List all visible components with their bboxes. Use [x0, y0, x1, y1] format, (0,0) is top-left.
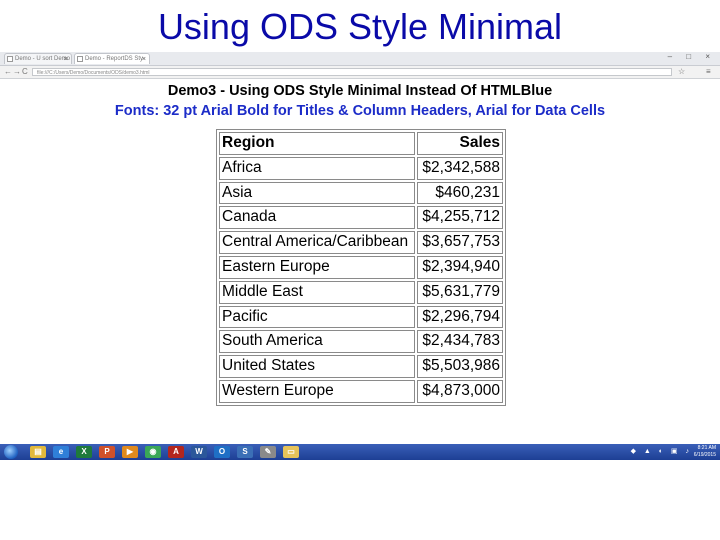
report-title: Demo3 - Using ODS Style Minimal Instead … [167, 83, 553, 99]
sales-table: Region Sales Africa $2,342,588 Asia $460,2… [216, 129, 506, 406]
browser-window: Demo - U sort Demo × Demo - ReportDS Sty… [0, 52, 720, 444]
region-cell: Canada [219, 206, 415, 230]
region-cell: Central America/Caribbean [219, 231, 415, 254]
table-row: South America $2,434,783 [219, 330, 503, 354]
star-icon[interactable]: ☆ [678, 66, 685, 78]
table-row: Canada $4,255,712 [219, 206, 503, 230]
folder-icon[interactable]: ▭ [283, 446, 299, 458]
region-cell: United States [219, 355, 415, 378]
back-icon[interactable]: ← [4, 66, 12, 78]
close-icon[interactable]: × [142, 54, 146, 64]
clock-time: 8:21 AM [697, 445, 716, 451]
powerpoint-icon[interactable]: P [99, 446, 115, 458]
system-tray[interactable]: ◆ ▲ ◐ ▣ ♪ [631, 447, 692, 455]
forward-icon[interactable]: → [13, 66, 21, 78]
address-bar: ← → C file:///C:/Users/Demo/Documents/OD… [0, 66, 720, 79]
outlook-icon[interactable]: O [214, 446, 230, 458]
tab-label: Demo - U sort Demo [15, 56, 71, 62]
table-row: United States $5,503,986 [219, 355, 503, 378]
sales-cell: $3,657,753 [417, 231, 503, 254]
sales-cell: $5,631,779 [417, 280, 503, 304]
region-cell: Pacific [219, 305, 415, 329]
sales-cell: $5,503,986 [417, 355, 503, 378]
sales-cell: $4,255,712 [417, 206, 503, 230]
tab-demo-sort[interactable]: Demo - U sort Demo × [4, 53, 72, 64]
close-icon[interactable]: × [64, 54, 68, 64]
clock-date: 6/19/2015 [693, 452, 716, 458]
table-row: Africa $2,342,588 [219, 156, 503, 180]
sas-icon[interactable]: S [237, 446, 253, 458]
acrobat-icon[interactable]: A [168, 446, 184, 458]
region-cell: Africa [219, 156, 415, 180]
tab-bar: Demo - U sort Demo × Demo - ReportDS Sty… [0, 52, 720, 66]
page-icon [7, 56, 13, 62]
menu-icon[interactable]: ≡ [706, 66, 711, 78]
chrome-icon[interactable]: ◉ [145, 446, 161, 458]
excel-icon[interactable]: X [76, 446, 92, 458]
region-cell: South America [219, 330, 415, 354]
paint-icon[interactable]: ✎ [260, 446, 276, 458]
table-row: Pacific $2,296,794 [219, 305, 503, 329]
table-row: Central America/Caribbean $3,657,753 [219, 231, 503, 254]
sales-cell: $2,394,940 [417, 255, 503, 279]
window-controls[interactable]: – □ × [668, 52, 716, 61]
sales-cell: $2,342,588 [417, 156, 503, 180]
sales-cell: $460,231 [417, 181, 503, 205]
region-cell: Middle East [219, 280, 415, 304]
clock[interactable]: 8:21 AM 6/19/2015 [694, 445, 716, 459]
region-cell: Western Europe [219, 379, 415, 403]
table-row: Eastern Europe $2,394,940 [219, 255, 503, 279]
table-header-row: Region Sales [219, 132, 503, 155]
column-header-sales: Sales [417, 132, 503, 155]
tab-demo-reportds[interactable]: Demo - ReportDS Sty × [74, 53, 150, 64]
sales-cell: $4,873,000 [417, 379, 503, 403]
media-player-icon[interactable]: ▶ [122, 446, 138, 458]
region-cell: Asia [219, 181, 415, 205]
slide-title: Using ODS Style Minimal [157, 6, 563, 47]
reload-icon[interactable]: C [22, 66, 28, 78]
url-input[interactable]: file:///C:/Users/Demo/Documents/ODS/demo… [32, 68, 672, 76]
report-subtitle: Fonts: 32 pt Arial Bold for Titles & Col… [114, 103, 606, 119]
word-icon[interactable]: W [191, 446, 207, 458]
start-button[interactable] [4, 445, 18, 459]
region-cell: Eastern Europe [219, 255, 415, 279]
table-row: Western Europe $4,873,000 [219, 379, 503, 403]
column-header-region: Region [219, 132, 415, 155]
sales-cell: $2,434,783 [417, 330, 503, 354]
windows-explorer-icon[interactable]: ▤ [30, 446, 46, 458]
taskbar: ▤ e X P ▶ ◉ A W O S ✎ ▭ ◆ ▲ ◐ ▣ ♪ 8:21 AM 6/19/2015 [0, 444, 720, 460]
internet-explorer-icon[interactable]: e [53, 446, 69, 458]
sales-cell: $2,296,794 [417, 305, 503, 329]
table-row: Asia $460,231 [219, 181, 503, 205]
tab-label: Demo - ReportDS Sty [85, 56, 144, 62]
page-icon [77, 56, 83, 62]
table-row: Middle East $5,631,779 [219, 280, 503, 304]
